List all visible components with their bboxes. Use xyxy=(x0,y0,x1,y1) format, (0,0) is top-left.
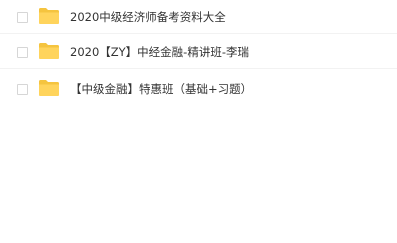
file-name[interactable]: 2020中级经济师备考资料大全 xyxy=(70,9,226,25)
folder-icon xyxy=(39,8,59,24)
file-name[interactable]: 【中级金融】特惠班（基础+习题） xyxy=(70,81,252,97)
row-checkbox[interactable] xyxy=(17,84,28,95)
folder-icon xyxy=(39,80,59,96)
file-row[interactable]: 2020中级经济师备考资料大全 xyxy=(0,0,397,34)
row-checkbox[interactable] xyxy=(17,47,28,58)
folder-icon xyxy=(39,43,59,59)
file-name[interactable]: 2020【ZY】中经金融-精讲班-李瑞 xyxy=(70,44,249,60)
file-list: 2020中级经济师备考资料大全 2020【ZY】中经金融-精讲班-李瑞 【中级金… xyxy=(0,0,397,243)
file-row[interactable]: 2020【ZY】中经金融-精讲班-李瑞 xyxy=(0,35,397,69)
file-row[interactable]: 【中级金融】特惠班（基础+习题） xyxy=(0,72,397,106)
row-checkbox[interactable] xyxy=(17,12,28,23)
